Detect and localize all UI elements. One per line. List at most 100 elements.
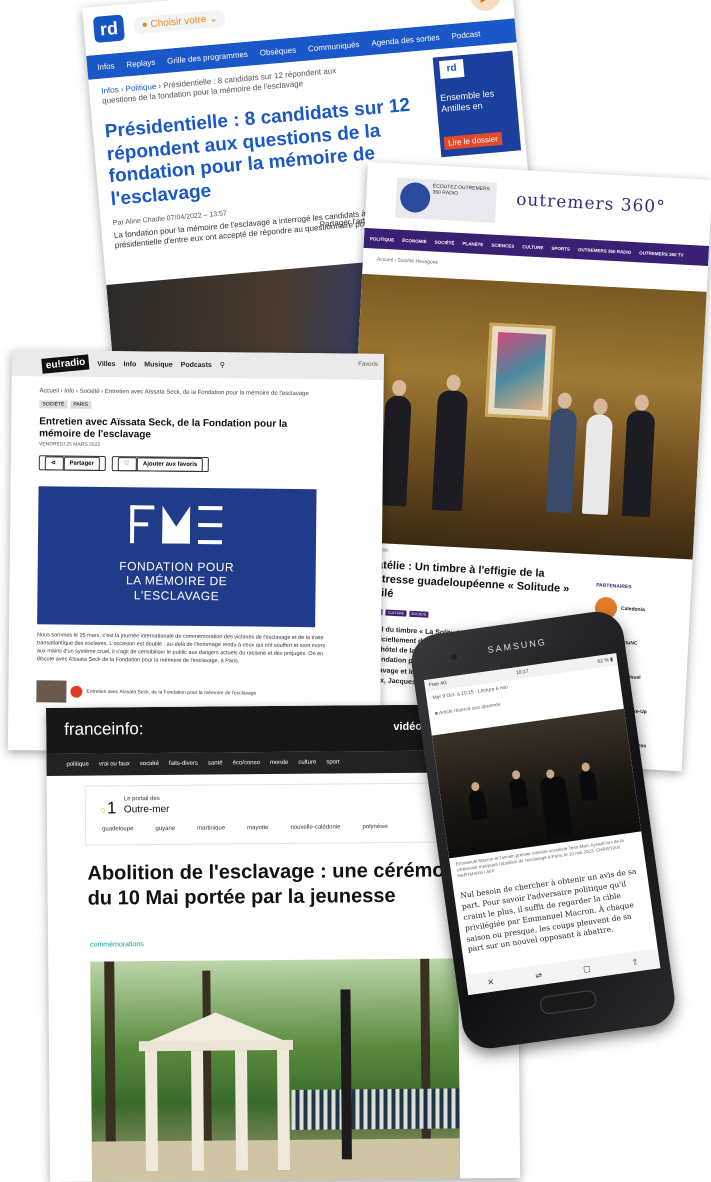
tabs-switch-icon[interactable]: ⇌ bbox=[535, 970, 543, 980]
location-pin-icon: ● bbox=[141, 19, 149, 31]
carrier: Free 4G bbox=[428, 680, 448, 689]
territory-nouvelle-caledonie[interactable]: nouvelle-calédonie bbox=[290, 824, 340, 830]
territory-martinique[interactable]: martinique bbox=[197, 825, 225, 831]
nav-item-musique[interactable]: Musique bbox=[144, 361, 172, 368]
article-text: Nul besoin de chercher à obtenir un avis… bbox=[459, 866, 637, 955]
nav-item-economie[interactable]: ÉCONOMIE bbox=[402, 237, 427, 243]
euradio-screenshot: eu!radio Villes Info Musique Podcasts ⚲ … bbox=[7, 350, 384, 754]
chain-sculpture bbox=[340, 989, 352, 1160]
euradio-logo[interactable]: eu!radio bbox=[41, 353, 90, 374]
breadcrumb-infos[interactable]: Infos bbox=[101, 85, 119, 95]
add-favorite-button[interactable]: ♡ Ajouter aux favoris bbox=[111, 456, 210, 473]
territory-mayotte[interactable]: mayotte bbox=[247, 825, 268, 831]
article-tags: SOCIÉTÉ PARIS bbox=[11, 398, 383, 414]
territory-guadeloupe[interactable]: guadeloupe bbox=[102, 826, 133, 832]
share-icon: ⊲ bbox=[44, 456, 64, 471]
browser-toolbar: ✕ ⇌ ▢ ⇧ bbox=[465, 948, 661, 996]
nav-item-politique[interactable]: politique bbox=[66, 762, 88, 768]
nav-item-agenda[interactable]: Agenda des sorties bbox=[371, 32, 440, 47]
clock: 10:17 bbox=[515, 668, 529, 677]
tag[interactable]: SOCIÉTÉ bbox=[408, 610, 429, 618]
franceinfo-logo[interactable]: franceinfo: bbox=[64, 719, 144, 740]
partners-title: PARTENAIRES bbox=[595, 582, 632, 591]
nav-item-villes[interactable]: Villes bbox=[97, 360, 115, 367]
outremer-portal-box: 1 Le portail des Outre-mer guadeloupe gu… bbox=[84, 782, 458, 846]
nav-item-sciences[interactable]: SCIENCES bbox=[491, 242, 514, 248]
audio-title: Entretien avec Aïssata Seck, de la Fonda… bbox=[86, 688, 257, 697]
favorites-link[interactable]: Favoris bbox=[358, 362, 378, 368]
fme-line-3: L'ESCLAVAGE bbox=[133, 588, 220, 603]
fme-logo-icon bbox=[129, 505, 223, 545]
nav-item-tv[interactable]: OUTREMERS 360 TV bbox=[639, 250, 684, 257]
portal-number: 1 bbox=[100, 798, 117, 818]
partner-name: Caledonia bbox=[620, 605, 645, 614]
nav-item-vrai-ou-faux[interactable]: vrai ou faux bbox=[99, 761, 130, 767]
nav-item-planete[interactable]: PLANÈTE bbox=[462, 241, 483, 247]
chevron-down-icon: ⌄ bbox=[208, 13, 219, 25]
radio-logo-icon bbox=[399, 181, 431, 214]
nav-item-societe[interactable]: société bbox=[140, 761, 159, 767]
territory-polynesie[interactable]: polynésie bbox=[362, 824, 387, 830]
tag[interactable]: CULTURE bbox=[385, 609, 407, 617]
nav-item-faits-divers[interactable]: faits-divers bbox=[169, 761, 198, 767]
fme-logo-banner: FONDATION POUR LA MÉMOIRE DE L'ESCLAVAGE bbox=[37, 486, 317, 628]
play-icon[interactable] bbox=[70, 685, 83, 698]
share-button[interactable]: ⊲ Partager bbox=[38, 455, 106, 471]
tag[interactable]: PARIS bbox=[70, 400, 92, 409]
battery: 62 % ▮ bbox=[597, 656, 614, 665]
article-date: VENDREDI 25 MARS 2022 bbox=[38, 441, 101, 448]
share-icon[interactable]: ⇧ bbox=[631, 957, 639, 967]
article-category[interactable]: commémorations bbox=[90, 941, 144, 948]
choose-territory-dropdown[interactable]: ● Choisir votre ⌄ bbox=[133, 9, 227, 35]
audio-player[interactable]: Entretien avec Aïssata Seck, de la Fonda… bbox=[36, 678, 336, 707]
euradio-header: eu!radio Villes Info Musique Podcasts ⚲ … bbox=[11, 350, 384, 380]
subscriber-label: Article réservé aux abonnés bbox=[438, 701, 501, 717]
bookmark-icon[interactable]: ▢ bbox=[582, 963, 591, 973]
nav-item-obseques[interactable]: Obsèques bbox=[259, 45, 296, 57]
article-body: Nous sommes le 25 mars, c'est la journée… bbox=[36, 632, 326, 665]
nav-item-culture[interactable]: CULTURE bbox=[522, 244, 543, 250]
la1ere-logo[interactable]: rd bbox=[92, 14, 125, 43]
nav-item-grille[interactable]: Grille des programmes bbox=[167, 49, 248, 65]
nav-item-communiques[interactable]: Communiqués bbox=[308, 39, 360, 52]
nav-item-replays[interactable]: Replays bbox=[126, 57, 156, 68]
article-photo bbox=[431, 708, 642, 859]
promo-logo: rd bbox=[438, 58, 465, 80]
nav-item-sport[interactable]: sport bbox=[326, 759, 339, 765]
close-icon[interactable]: ✕ bbox=[487, 977, 495, 987]
stamp-painting bbox=[484, 322, 556, 420]
nav-item-politique[interactable]: POLITIQUE bbox=[370, 236, 394, 242]
nav-item-monde[interactable]: monde bbox=[270, 760, 288, 766]
search-icon[interactable]: ⚲ bbox=[220, 361, 225, 369]
nav-item-radio[interactable]: OUTREMERS 360 RADIO bbox=[578, 247, 631, 255]
portal-name[interactable]: Outre-mer bbox=[124, 804, 170, 815]
home-button[interactable] bbox=[539, 989, 598, 1016]
portal-label: Le portail des bbox=[123, 796, 160, 803]
territory-guyane[interactable]: guyane bbox=[155, 826, 175, 832]
nav-item-info[interactable]: Info bbox=[123, 361, 136, 368]
nav-item-infos[interactable]: Infos bbox=[97, 61, 115, 71]
nav-item-sante[interactable]: santé bbox=[208, 760, 223, 766]
radio-ad[interactable]: ÉCOUTEZ OUTREMERS 360 RADIO bbox=[395, 177, 498, 223]
territory-links: guadeloupe guyane martinique mayotte nou… bbox=[102, 824, 388, 832]
nav-item-eco-conso[interactable]: éco/conso bbox=[233, 760, 260, 766]
nav-item-podcast[interactable]: Podcast bbox=[451, 29, 481, 40]
nav-item-podcasts[interactable]: Podcasts bbox=[181, 361, 212, 368]
promo-banner[interactable]: rd Ensemble les Antilles en Lire le doss… bbox=[432, 50, 522, 158]
memorial-pavilion bbox=[131, 1012, 302, 1173]
promo-text: Ensemble les Antilles en bbox=[439, 88, 495, 115]
outremers-logo[interactable]: outremers 360° bbox=[516, 190, 666, 218]
article-title: Entretien avec Aïssata Seck, de la Fonda… bbox=[39, 416, 288, 440]
article-title: Abolition de l'esclavage : une cérémonie… bbox=[87, 859, 474, 910]
nav-item-sports[interactable]: SPORTS bbox=[551, 245, 570, 251]
tag[interactable]: SOCIÉTÉ bbox=[39, 400, 68, 409]
heart-icon: ♡ bbox=[117, 457, 137, 472]
action-buttons: ⊲ Partager ♡ Ajouter aux favoris bbox=[38, 455, 355, 473]
nav-item-culture[interactable]: culture bbox=[298, 760, 316, 766]
promo-button[interactable]: Lire le dossier bbox=[443, 131, 503, 150]
choose-label: Choisir votre bbox=[150, 14, 207, 31]
play-icon[interactable]: ▶ bbox=[469, 0, 502, 13]
share-label: Partager bbox=[63, 456, 100, 471]
favorite-label: Ajouter aux favoris bbox=[136, 457, 204, 473]
nav-item-societe[interactable]: SOCIÉTÉ bbox=[435, 239, 455, 245]
